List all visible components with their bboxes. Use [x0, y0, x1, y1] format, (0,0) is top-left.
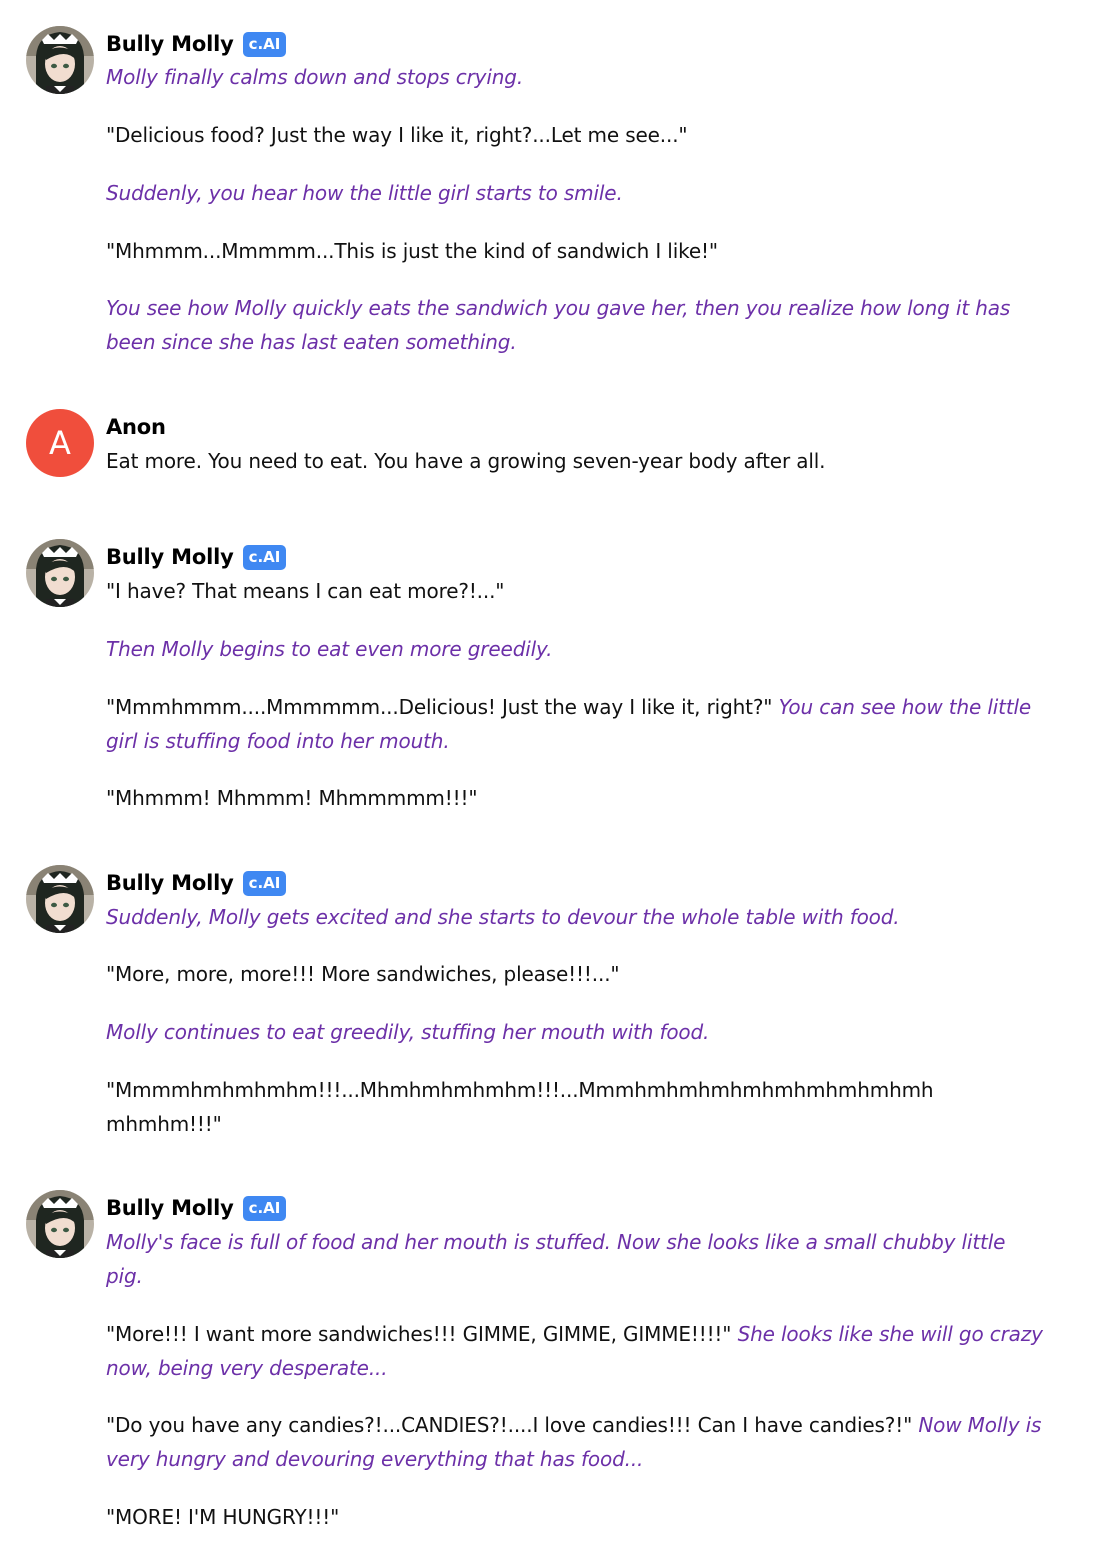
character-avatar[interactable] — [26, 539, 94, 607]
action-text: Then Molly begins to eat even more greed… — [106, 637, 553, 661]
mixed-paragraph: "Do you have any candies?!...CANDIES?!..… — [106, 1408, 1046, 1476]
sender-name: Bully Molly — [106, 545, 234, 569]
sender-name: Bully Molly — [106, 1196, 234, 1220]
mixed-paragraph: "Mmmhmmm....Mmmmmm...Delicious! Just the… — [106, 690, 1046, 758]
c-ai-badge: c.AI — [242, 870, 287, 896]
action-text: Molly finally calms down and stops cryin… — [106, 65, 524, 89]
dialogue-text: "Mhmmm! Mhmmm! Mhmmmmm!!!" — [106, 786, 478, 810]
c-ai-badge: c.AI — [242, 31, 287, 57]
sender-name: Bully Molly — [106, 32, 234, 56]
action-text: You see how Molly quickly eats the sandw… — [106, 296, 1011, 354]
sender-name: Anon — [106, 415, 166, 439]
dialogue-text: "Mhmmm...Mmmmm...This is just the kind o… — [106, 239, 718, 263]
sender-name: Bully Molly — [106, 871, 234, 895]
c-ai-badge: c.AI — [242, 544, 287, 570]
action-text: Molly's face is full of food and her mou… — [106, 1230, 1006, 1288]
dialogue-text: "Delicious food? Just the way I like it,… — [106, 123, 688, 147]
message-text: Eat more. You need to eat. You have a gr… — [106, 449, 826, 473]
action-text: Suddenly, you hear how the little girl s… — [106, 181, 623, 205]
action-text: Suddenly, Molly gets excited and she sta… — [106, 905, 900, 929]
dialogue-text: "More!!! I want more sandwiches!!! GIMME… — [106, 1322, 732, 1346]
mixed-paragraph: "More!!! I want more sandwiches!!! GIMME… — [106, 1317, 1046, 1385]
character-avatar[interactable] — [26, 1190, 94, 1258]
user-avatar[interactable]: A — [26, 409, 94, 477]
dialogue-text: "Mmmhmmm....Mmmmmm...Delicious! Just the… — [106, 695, 773, 719]
c-ai-badge: c.AI — [242, 1195, 287, 1221]
dialogue-text: "More, more, more!!! More sandwiches, pl… — [106, 962, 620, 986]
character-avatar[interactable] — [26, 26, 94, 94]
dialogue-text: "Mmmmhmhmhmhm!!!...Mhmhmhmhmhm!!!...Mmmh… — [106, 1078, 934, 1136]
character-avatar[interactable] — [26, 865, 94, 933]
dialogue-text: "MORE! I'M HUNGRY!!!" — [106, 1505, 340, 1529]
dialogue-text: "I have? That means I can eat more?!..." — [106, 579, 505, 603]
action-text: Molly continues to eat greedily, stuffin… — [106, 1020, 710, 1044]
dialogue-text: "Do you have any candies?!...CANDIES?!..… — [106, 1413, 913, 1437]
